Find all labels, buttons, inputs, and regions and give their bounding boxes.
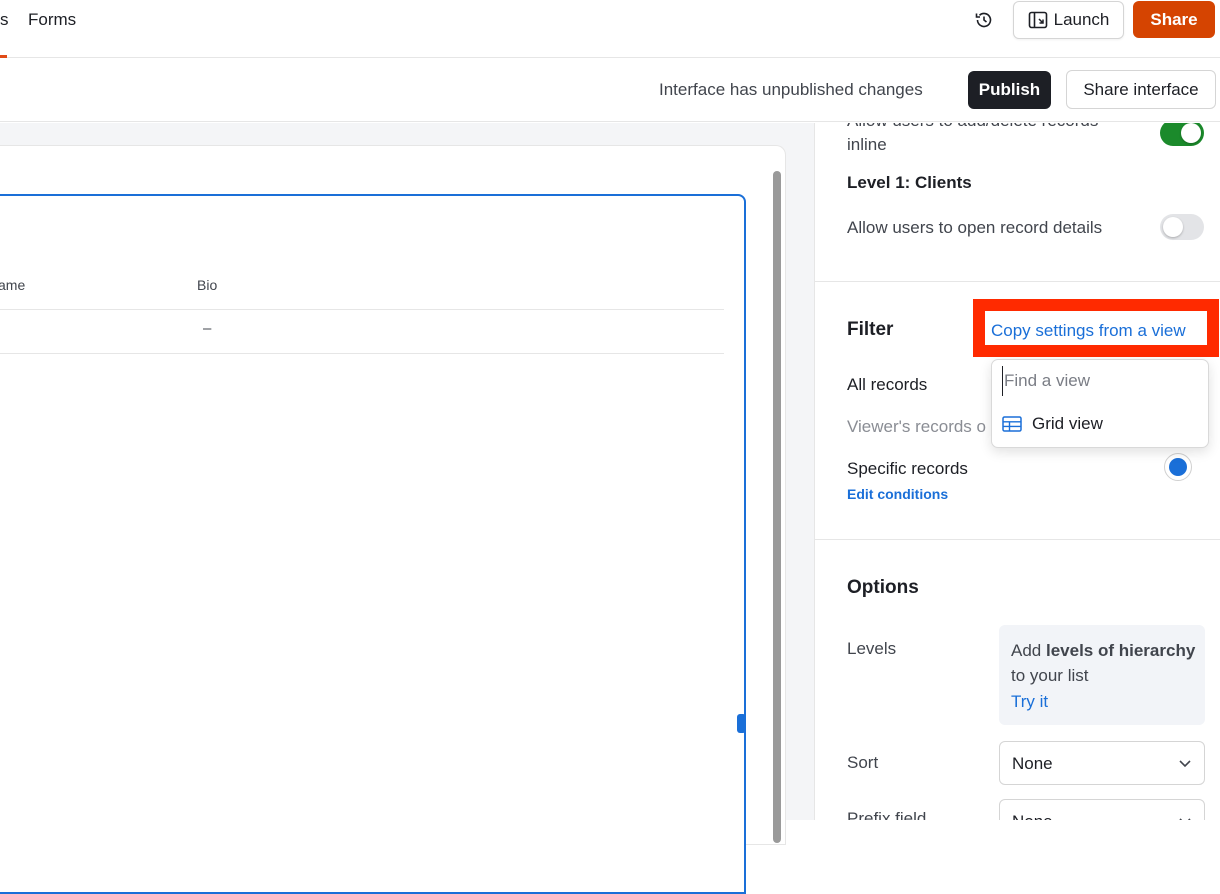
open-record-details-toggle[interactable] xyxy=(1160,214,1204,240)
interface-canvas: ame Bio – xyxy=(0,123,814,894)
try-it-link[interactable]: Try it xyxy=(1011,692,1048,712)
column-header-bio[interactable]: Bio xyxy=(197,277,217,293)
resize-handle[interactable] xyxy=(737,714,746,733)
canvas-page: ame Bio – xyxy=(0,145,786,894)
chevron-down-icon xyxy=(1179,818,1191,820)
sort-select-value: None xyxy=(1012,754,1053,773)
launch-icon xyxy=(1028,11,1047,29)
publish-bar: Interface has unpublished changes Publis… xyxy=(0,58,1220,122)
sort-label: Sort xyxy=(847,753,879,772)
launch-button[interactable]: Launch xyxy=(1013,1,1124,39)
column-header-name[interactable]: ame xyxy=(0,277,25,293)
inline-edit-toggle[interactable] xyxy=(1160,123,1204,146)
prefix-field-value: None xyxy=(1012,812,1053,820)
share-button[interactable]: Share xyxy=(1133,1,1215,38)
prefix-field-label: Prefix field xyxy=(847,809,927,820)
table-cell-bio[interactable]: – xyxy=(203,320,211,337)
launch-label: Launch xyxy=(1053,10,1110,29)
section-divider xyxy=(815,281,1220,282)
chevron-down-icon xyxy=(1179,760,1191,768)
publish-button[interactable]: Publish xyxy=(968,71,1051,109)
row-divider xyxy=(0,353,724,354)
list-element[interactable]: ame Bio – xyxy=(0,194,746,894)
highlight-annotation xyxy=(973,299,1219,357)
level-heading: Level 1: Clients xyxy=(847,173,972,192)
unpublished-status: Interface has unpublished changes xyxy=(659,80,923,99)
properties-panel: Allow users to add/delete records inline… xyxy=(814,123,1220,820)
inline-edit-setting-label-tail: inline xyxy=(847,135,887,154)
dropdown-item-label: Grid view xyxy=(1032,414,1103,433)
share-interface-button[interactable]: Share interface xyxy=(1066,70,1216,109)
options-title: Options xyxy=(847,577,919,598)
canvas-scrollbar[interactable] xyxy=(773,171,781,843)
sort-select[interactable]: None xyxy=(999,741,1205,785)
history-icon xyxy=(975,12,992,28)
tab-partial[interactable]: s xyxy=(0,10,9,30)
tab-forms[interactable]: Forms xyxy=(28,10,76,30)
find-view-input[interactable] xyxy=(1002,366,1202,396)
edit-conditions-link[interactable]: Edit conditions xyxy=(847,486,948,502)
specific-records-radio[interactable] xyxy=(1164,453,1192,481)
section-divider xyxy=(815,539,1220,540)
filter-option-specific-records[interactable]: Specific records xyxy=(847,459,968,479)
top-bar: s Forms Launch Share xyxy=(0,0,1220,58)
filter-title: Filter xyxy=(847,319,894,340)
dropdown-item-grid-view[interactable]: Grid view xyxy=(1002,412,1103,436)
prefix-field-select[interactable]: None xyxy=(999,799,1205,820)
levels-promo-card: Add levels of hierarchy to your list Try… xyxy=(999,625,1205,725)
filter-option-viewers-records[interactable]: Viewer's records o xyxy=(847,417,986,437)
open-record-details-label: Allow users to open record details xyxy=(847,218,1103,237)
levels-promo-text: Add levels of hierarchy to your list xyxy=(1011,641,1196,685)
levels-label: Levels xyxy=(847,639,897,658)
inline-edit-setting-label: Allow users to add/delete records xyxy=(847,123,1098,131)
header-divider xyxy=(0,309,724,310)
filter-option-all-records[interactable]: All records xyxy=(847,375,927,395)
history-button[interactable] xyxy=(970,8,998,32)
grid-view-icon xyxy=(1002,416,1022,432)
view-picker-dropdown: Grid view xyxy=(991,359,1209,448)
